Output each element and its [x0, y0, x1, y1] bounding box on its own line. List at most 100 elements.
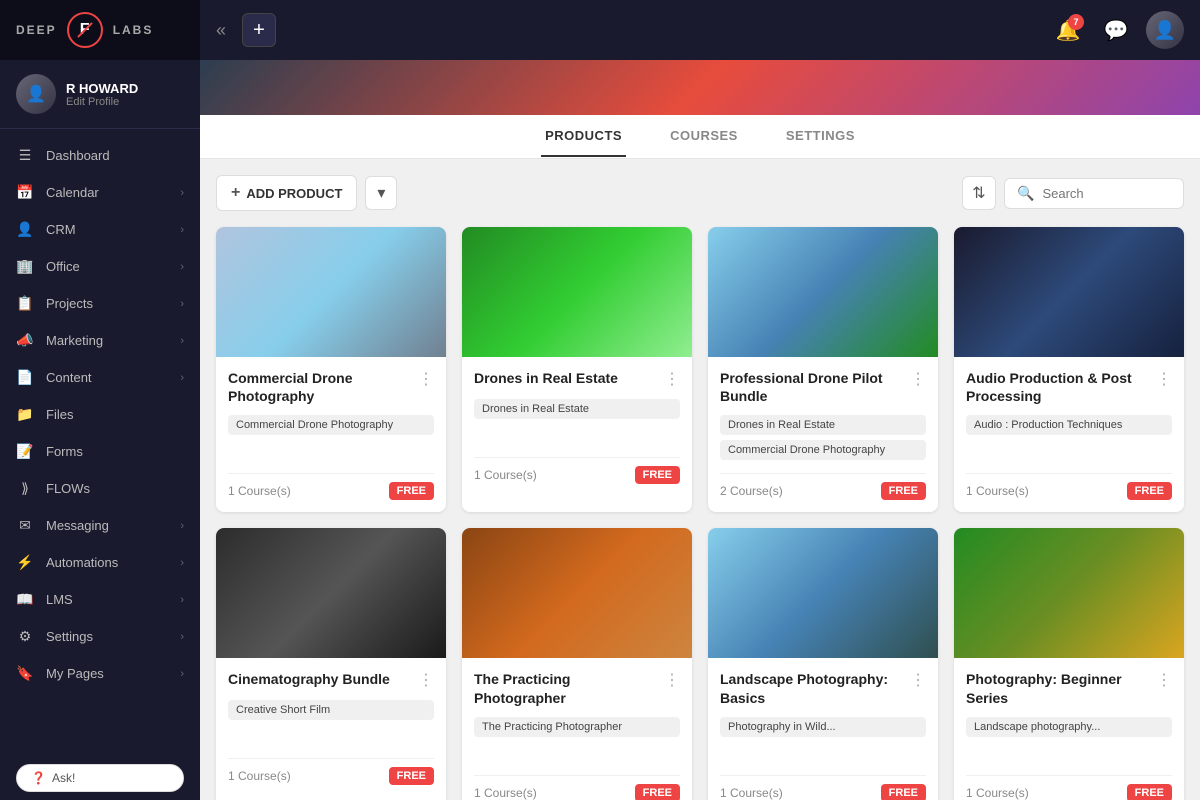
product-tag: Commercial Drone Photography — [228, 415, 434, 435]
mypages-label: My Pages — [46, 666, 104, 681]
product-menu-icon[interactable]: ⋮ — [664, 670, 680, 690]
product-title: Professional Drone Pilot Bundle — [720, 369, 902, 405]
price-badge: FREE — [389, 767, 434, 785]
course-count: 1 Course(s) — [474, 786, 537, 800]
sidebar-item-crm[interactable]: 👤 CRM › — [0, 211, 200, 248]
product-title-row: Audio Production & Post Processing ⋮ — [966, 369, 1172, 405]
product-body: Cinematography Bundle ⋮ Creative Short F… — [216, 658, 446, 797]
sidebar-item-calendar[interactable]: 📅 Calendar › — [0, 174, 200, 211]
user-name: R HOWARD — [66, 81, 184, 96]
sidebar-item-files[interactable]: 📁 Files — [0, 396, 200, 433]
product-body: Drones in Real Estate ⋮ Drones in Real E… — [462, 357, 692, 496]
product-tag: Landscape photography... — [966, 717, 1172, 737]
office-icon: 🏢 — [16, 258, 34, 275]
messages-button[interactable]: 💬 — [1098, 12, 1134, 48]
ask-button[interactable]: ❓ Ask! — [16, 764, 184, 792]
dashboard-label: Dashboard — [46, 148, 110, 163]
topbar: « + 🔔 7 💬 👤 — [200, 0, 1200, 60]
product-tag: Commercial Drone Photography — [720, 440, 926, 460]
dashboard-icon: ☰ — [16, 147, 34, 164]
product-menu-icon[interactable]: ⋮ — [910, 670, 926, 690]
tag-list: Audio : Production Techniques — [966, 415, 1172, 463]
marketing-label: Marketing — [46, 333, 103, 348]
projects-icon: 📋 — [16, 295, 34, 312]
tag-list: Landscape photography... — [966, 717, 1172, 765]
chevron-icon: › — [180, 668, 184, 680]
product-tag: Drones in Real Estate — [474, 399, 680, 419]
sidebar-item-projects[interactable]: 📋 Projects › — [0, 285, 200, 322]
product-menu-icon[interactable]: ⋮ — [418, 670, 434, 690]
product-tag: Drones in Real Estate — [720, 415, 926, 435]
product-body: Professional Drone Pilot Bundle ⋮ Drones… — [708, 357, 938, 512]
tab-courses[interactable]: COURSES — [666, 116, 742, 157]
automations-icon: ⚡ — [16, 554, 34, 571]
chevron-icon: › — [180, 594, 184, 606]
product-card: Commercial Drone Photography ⋮ Commercia… — [216, 227, 446, 512]
course-count: 1 Course(s) — [966, 484, 1029, 498]
sidebar-item-messaging[interactable]: ✉ Messaging › — [0, 507, 200, 544]
sidebar-item-content[interactable]: 📄 Content › — [0, 359, 200, 396]
price-badge: FREE — [881, 482, 926, 500]
tag-list: Drones in Real Estate — [474, 399, 680, 447]
user-avatar-topbar[interactable]: 👤 — [1146, 11, 1184, 49]
product-footer: 1 Course(s) FREE — [966, 473, 1172, 500]
main-content: « + 🔔 7 💬 👤 PRODUCTS COURSES SETTINGS + AD… — [200, 0, 1200, 800]
tag-list: Drones in Real Estate Commercial Drone Ph… — [720, 415, 926, 463]
course-count: 1 Course(s) — [228, 484, 291, 498]
product-menu-icon[interactable]: ⋮ — [1156, 670, 1172, 690]
lms-label: LMS — [46, 592, 73, 607]
price-badge: FREE — [635, 466, 680, 484]
tab-settings[interactable]: SETTINGS — [782, 116, 859, 157]
price-badge: FREE — [881, 784, 926, 800]
sidebar-item-dashboard[interactable]: ☰ Dashboard — [0, 137, 200, 174]
content-area: + ADD PRODUCT ▾ ⇅ 🔍 Commercial Drone Pho… — [200, 159, 1200, 800]
sidebar-item-marketing[interactable]: 📣 Marketing › — [0, 322, 200, 359]
chevron-icon: › — [180, 187, 184, 199]
avatar: 👤 — [16, 74, 56, 114]
toolbar-right: ⇅ 🔍 — [962, 176, 1184, 210]
crm-icon: 👤 — [16, 221, 34, 238]
add-product-button[interactable]: + ADD PRODUCT — [216, 175, 357, 211]
sidebar-item-automations[interactable]: ⚡ Automations › — [0, 544, 200, 581]
tab-products[interactable]: PRODUCTS — [541, 116, 626, 157]
sidebar-item-settings[interactable]: ⚙ Settings › — [0, 618, 200, 655]
product-menu-icon[interactable]: ⋮ — [910, 369, 926, 389]
product-title-row: The Practicing Photographer ⋮ — [474, 670, 680, 706]
chevron-icon: › — [180, 631, 184, 643]
edit-profile-link[interactable]: Edit Profile — [66, 96, 184, 108]
files-label: Files — [46, 407, 73, 422]
notifications-button[interactable]: 🔔 7 — [1050, 12, 1086, 48]
calendar-icon: 📅 — [16, 184, 34, 201]
automations-label: Automations — [46, 555, 118, 570]
office-label: Office — [46, 259, 80, 274]
product-footer: 1 Course(s) FREE — [966, 775, 1172, 800]
product-body: Audio Production & Post Processing ⋮ Aud… — [954, 357, 1184, 512]
product-menu-icon[interactable]: ⋮ — [1156, 369, 1172, 389]
sidebar: DEEP F LABS 👤 R HOWARD Edit Profile ☰ Da… — [0, 0, 200, 800]
search-input[interactable] — [1042, 186, 1171, 201]
sidebar-item-office[interactable]: 🏢 Office › — [0, 248, 200, 285]
add-button[interactable]: + — [242, 13, 276, 47]
collapse-icon[interactable]: « — [216, 20, 226, 41]
product-footer: 1 Course(s) FREE — [474, 457, 680, 484]
brand-left: DEEP — [16, 23, 57, 37]
sidebar-item-forms[interactable]: 📝 Forms — [0, 433, 200, 470]
product-title: The Practicing Photographer — [474, 670, 656, 706]
dropdown-arrow[interactable]: ▾ — [365, 176, 397, 210]
product-title-row: Professional Drone Pilot Bundle ⋮ — [720, 369, 926, 405]
product-title-row: Cinematography Bundle ⋮ — [228, 670, 434, 690]
product-body: The Practicing Photographer ⋮ The Practi… — [462, 658, 692, 800]
product-menu-icon[interactable]: ⋮ — [664, 369, 680, 389]
chevron-icon: › — [180, 298, 184, 310]
product-menu-icon[interactable]: ⋮ — [418, 369, 434, 389]
sidebar-item-flows[interactable]: ⟫ FLOWs — [0, 470, 200, 507]
flows-label: FLOWs — [46, 481, 90, 496]
ask-label: Ask! — [52, 771, 75, 785]
sidebar-item-lms[interactable]: 📖 LMS › — [0, 581, 200, 618]
product-tag: Creative Short Film — [228, 700, 434, 720]
filter-button[interactable]: ⇅ — [962, 176, 996, 210]
product-title-row: Photography: Beginner Series ⋮ — [966, 670, 1172, 706]
sidebar-item-mypages[interactable]: 🔖 My Pages › — [0, 655, 200, 692]
sidebar-header: DEEP F LABS — [0, 0, 200, 60]
message-icon: 💬 — [1104, 18, 1129, 43]
